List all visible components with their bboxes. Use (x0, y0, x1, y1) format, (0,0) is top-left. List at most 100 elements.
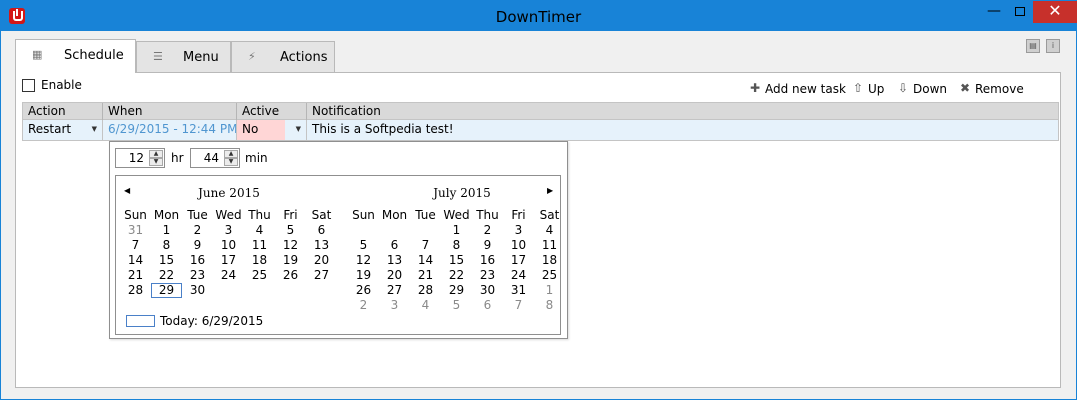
calendar-day[interactable]: 6 (379, 238, 410, 253)
active-dropdown[interactable]: No ▼ (237, 120, 307, 140)
calendar-day[interactable]: 12 (348, 253, 379, 268)
minute-down-icon[interactable]: ▼ (224, 158, 238, 166)
calendar-day[interactable]: 3 (213, 223, 244, 238)
calendar-day[interactable]: 6 (306, 223, 337, 238)
calendar-day[interactable]: 23 (472, 268, 503, 283)
calendar-day[interactable]: 2 (182, 223, 213, 238)
calendar-day[interactable]: 7 (410, 238, 441, 253)
calendar-day[interactable]: 17 (503, 253, 534, 268)
calendar-day[interactable]: 2 (348, 298, 379, 313)
calendar-day[interactable]: 24 (213, 268, 244, 283)
table-row[interactable]: Restart ▼ 6/29/2015 - 12:44 PM No ▼ This… (22, 120, 1059, 141)
notification-cell[interactable]: This is a Softpedia test! (307, 120, 1059, 140)
calendar-day[interactable]: 26 (275, 268, 306, 283)
calendar-day[interactable]: 8 (441, 238, 472, 253)
calendar-day[interactable]: 13 (379, 253, 410, 268)
move-down-button[interactable]: ⇩ Down (898, 81, 948, 99)
calendar-day[interactable]: 1 (441, 223, 472, 238)
calendar-day[interactable]: 31 (503, 283, 534, 298)
calendar-day[interactable]: 18 (534, 253, 565, 268)
calendar-day[interactable]: 20 (306, 253, 337, 268)
column-header-action[interactable]: Action (23, 103, 103, 120)
calendar-day[interactable]: 11 (534, 238, 565, 253)
calendar-day[interactable]: 27 (306, 268, 337, 283)
calendar-day[interactable]: 25 (244, 268, 275, 283)
move-up-button[interactable]: ⇧ Up (853, 81, 886, 99)
calendar-day[interactable]: 5 (348, 238, 379, 253)
add-task-button[interactable]: ✚ Add new task (750, 81, 846, 99)
calendar-day[interactable]: 8 (151, 238, 182, 253)
calendar-day[interactable]: 5 (275, 223, 306, 238)
calendar-day[interactable]: 31 (120, 223, 151, 238)
save-icon[interactable]: ▤ (1026, 39, 1040, 53)
calendar-day[interactable]: 10 (213, 238, 244, 253)
calendar-day[interactable]: 7 (503, 298, 534, 313)
calendar-day[interactable]: 20 (379, 268, 410, 283)
tab-menu[interactable]: ☰ Menu (136, 41, 231, 72)
next-month-icon[interactable]: ▶ (547, 186, 553, 195)
calendar-day[interactable]: 4 (534, 223, 565, 238)
calendar-day[interactable]: 9 (182, 238, 213, 253)
hour-stepper[interactable]: 12 ▲ ▼ (115, 148, 165, 168)
tab-actions[interactable]: ⚡ Actions (231, 41, 335, 72)
calendar-day[interactable]: 22 (151, 268, 182, 283)
calendar-day[interactable]: 29 (441, 283, 472, 298)
calendar-day[interactable]: 14 (410, 253, 441, 268)
calendar-day[interactable]: 12 (275, 238, 306, 253)
calendar-day[interactable]: 29 (151, 283, 182, 298)
calendar-day[interactable]: 27 (379, 283, 410, 298)
maximize-button[interactable] (1007, 1, 1033, 23)
calendar-day[interactable]: 22 (441, 268, 472, 283)
enable-checkbox[interactable] (22, 79, 35, 92)
calendar-day[interactable]: 10 (503, 238, 534, 253)
calendar-day[interactable]: 16 (472, 253, 503, 268)
calendar-day[interactable]: 4 (244, 223, 275, 238)
calendar-day[interactable]: 23 (182, 268, 213, 283)
calendar-day[interactable]: 21 (120, 268, 151, 283)
calendar-day[interactable]: 4 (410, 298, 441, 313)
calendar-day[interactable]: 11 (244, 238, 275, 253)
calendar-day[interactable]: 15 (151, 253, 182, 268)
calendar-day[interactable]: 2 (472, 223, 503, 238)
calendar-day[interactable]: 14 (120, 253, 151, 268)
column-header-active[interactable]: Active (237, 103, 307, 120)
hour-down-icon[interactable]: ▼ (149, 158, 163, 166)
calendar-day[interactable]: 19 (348, 268, 379, 283)
column-header-notification[interactable]: Notification (307, 103, 1059, 120)
column-header-when[interactable]: When (103, 103, 237, 120)
calendar-day[interactable]: 7 (120, 238, 151, 253)
calendar-day[interactable]: 19 (275, 253, 306, 268)
calendar-day[interactable]: 3 (503, 223, 534, 238)
calendar-day[interactable]: 30 (182, 283, 213, 298)
title-bar[interactable]: DownTimer — ✕ (1, 1, 1077, 31)
calendar-day[interactable]: 1 (534, 283, 565, 298)
calendar-day[interactable]: 18 (244, 253, 275, 268)
close-button[interactable]: ✕ (1033, 1, 1077, 23)
calendar-day[interactable]: 26 (348, 283, 379, 298)
action-dropdown[interactable]: Restart ▼ (23, 120, 103, 140)
calendar-day[interactable]: 15 (441, 253, 472, 268)
calendar-day[interactable]: 5 (441, 298, 472, 313)
tab-schedule[interactable]: ▦ Schedule (15, 39, 136, 73)
when-cell[interactable]: 6/29/2015 - 12:44 PM (103, 120, 237, 140)
hour-up-icon[interactable]: ▲ (149, 150, 163, 158)
calendar-day[interactable]: 25 (534, 268, 565, 283)
calendar-day[interactable]: 28 (410, 283, 441, 298)
calendar-day[interactable]: 21 (410, 268, 441, 283)
calendar-day[interactable]: 13 (306, 238, 337, 253)
calendar-day[interactable]: 6 (472, 298, 503, 313)
info-icon[interactable]: i (1046, 39, 1060, 53)
calendar-day[interactable]: 28 (120, 283, 151, 298)
minute-stepper[interactable]: 44 ▲ ▼ (190, 148, 240, 168)
calendar-day[interactable]: 30 (472, 283, 503, 298)
previous-month-icon[interactable]: ◀ (124, 186, 130, 195)
calendar-day[interactable]: 17 (213, 253, 244, 268)
minimize-button[interactable]: — (981, 1, 1007, 23)
calendar-day[interactable]: 1 (151, 223, 182, 238)
remove-button[interactable]: ✖ Remove (960, 81, 1048, 99)
minute-up-icon[interactable]: ▲ (224, 150, 238, 158)
calendar-day[interactable]: 8 (534, 298, 565, 313)
calendar-day[interactable]: 9 (472, 238, 503, 253)
calendar-day[interactable]: 3 (379, 298, 410, 313)
calendar-day[interactable]: 16 (182, 253, 213, 268)
